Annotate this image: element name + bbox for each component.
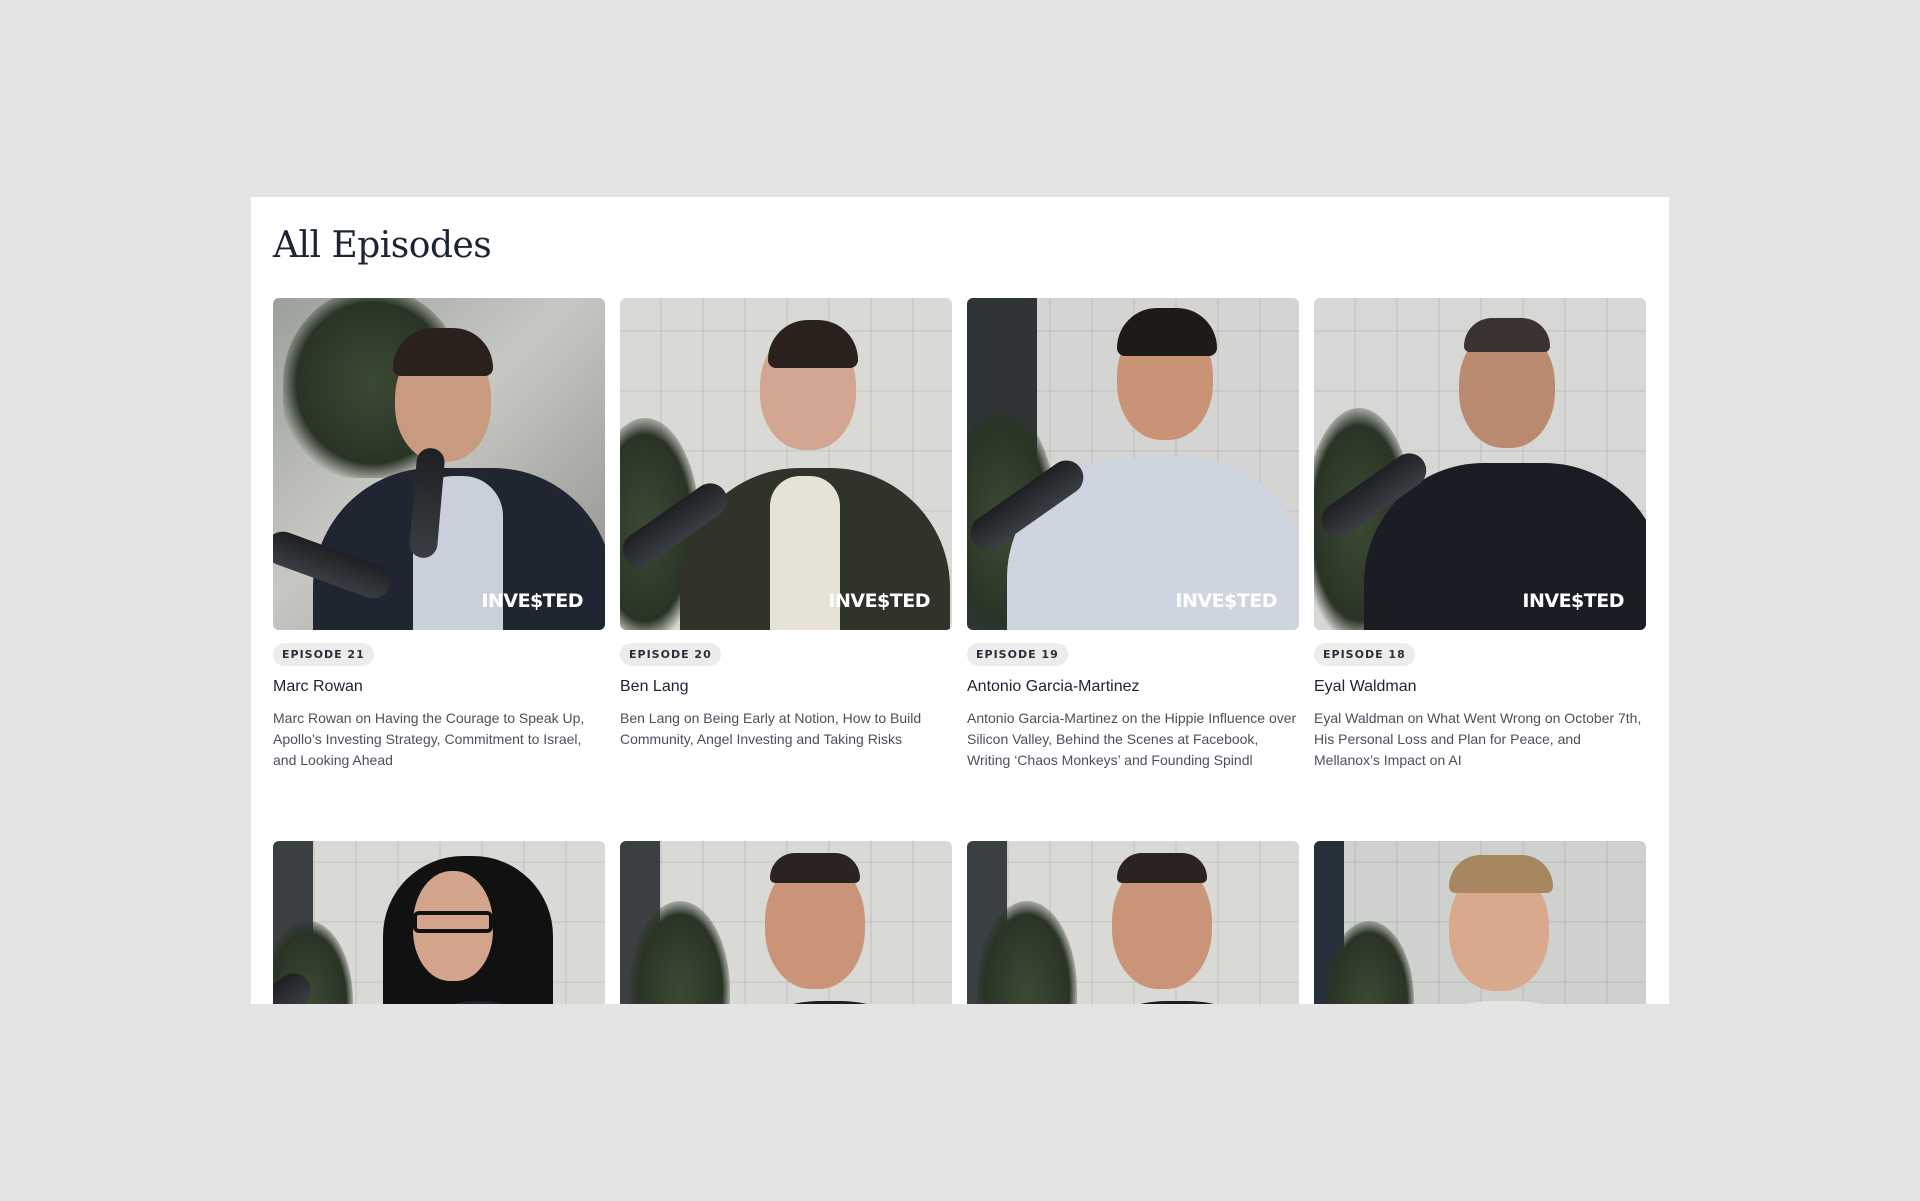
episode-card-20[interactable]: INVE$TED EPISODE 20 Ben Lang Ben Lang on… [620, 298, 952, 814]
episode-thumbnail[interactable]: INVE$TED [1314, 298, 1646, 630]
episode-grid: INVE$TED EPISODE 21 Marc Rowan Marc Rowa… [273, 298, 1647, 814]
episode-grid-row-2 [273, 841, 1647, 1004]
guest-name[interactable]: Marc Rowan [273, 678, 605, 696]
episode-badge: EPISODE 18 [1314, 643, 1415, 666]
episode-badge: EPISODE 20 [620, 643, 721, 666]
episode-thumbnail[interactable] [273, 841, 605, 1004]
page-title: All Episodes [273, 225, 492, 266]
guest-name[interactable]: Antonio Garcia-Martinez [967, 678, 1299, 696]
episode-thumbnail[interactable] [967, 841, 1299, 1004]
episode-description: Marc Rowan on Having the Courage to Spea… [273, 710, 585, 768]
episode-card[interactable] [1314, 841, 1646, 1004]
episode-thumbnail[interactable] [620, 841, 952, 1004]
episode-card-19[interactable]: INVE$TED EPISODE 19 Antonio Garcia-Marti… [967, 298, 1299, 814]
episode-card[interactable] [967, 841, 1299, 1004]
episodes-panel: All Episodes INVE$TED EPISODE 21 Marc Ro… [251, 197, 1669, 1004]
episode-description: Ben Lang on Being Early at Notion, How t… [620, 710, 922, 747]
episode-thumbnail[interactable] [1314, 841, 1646, 1004]
episode-card-21[interactable]: INVE$TED EPISODE 21 Marc Rowan Marc Rowa… [273, 298, 605, 814]
episode-thumbnail[interactable]: INVE$TED [273, 298, 605, 630]
episode-card[interactable] [620, 841, 952, 1004]
invested-logo: INVE$TED [1522, 590, 1624, 612]
episode-badge: EPISODE 19 [967, 643, 1068, 666]
invested-logo: INVE$TED [1175, 590, 1277, 612]
guest-name[interactable]: Eyal Waldman [1314, 678, 1646, 696]
episode-card-18[interactable]: INVE$TED EPISODE 18 Eyal Waldman Eyal Wa… [1314, 298, 1646, 814]
episode-description: Eyal Waldman on What Went Wrong on Octob… [1314, 710, 1642, 768]
episode-badge: EPISODE 21 [273, 643, 374, 666]
invested-logo: INVE$TED [481, 590, 583, 612]
episode-thumbnail[interactable]: INVE$TED [620, 298, 952, 630]
episode-thumbnail[interactable]: INVE$TED [967, 298, 1299, 630]
episode-description: Antonio Garcia-Martinez on the Hippie In… [967, 710, 1297, 768]
episode-card[interactable] [273, 841, 605, 1004]
guest-name[interactable]: Ben Lang [620, 678, 952, 696]
invested-logo: INVE$TED [828, 590, 930, 612]
